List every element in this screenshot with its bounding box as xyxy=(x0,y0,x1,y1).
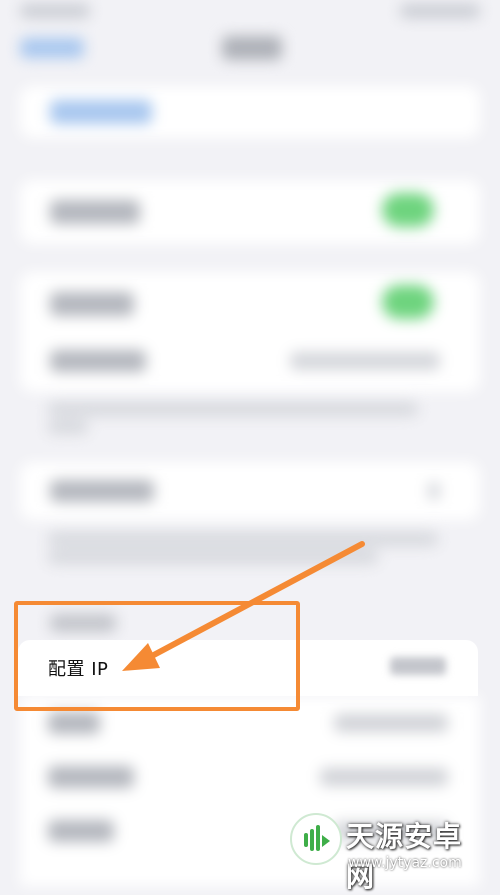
arrow-shaft xyxy=(147,541,365,660)
arrow-head xyxy=(122,643,160,671)
annotation-arrow xyxy=(122,541,365,671)
watermark-url: www.jytyaz.com xyxy=(348,855,462,871)
watermark-logo xyxy=(290,813,342,865)
watermark: 天源安卓网 www.jytyaz.com xyxy=(290,805,490,893)
